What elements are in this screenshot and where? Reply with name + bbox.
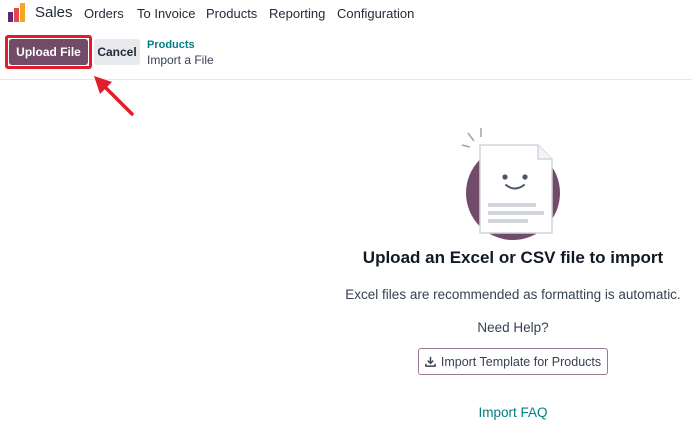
- menu-products[interactable]: Products: [206, 6, 257, 21]
- empty-state-description: Excel files are recommended as formattin…: [345, 287, 681, 302]
- cancel-button[interactable]: Cancel: [94, 39, 140, 65]
- menu-configuration[interactable]: Configuration: [337, 6, 414, 21]
- upload-file-button[interactable]: Upload File: [9, 39, 88, 65]
- need-help-text: Need Help?: [477, 320, 549, 335]
- top-navbar: Sales Orders To Invoice Products Reporti…: [0, 0, 692, 26]
- app-logo-icon[interactable]: [8, 3, 27, 22]
- breadcrumb-current: Import a File: [147, 53, 214, 67]
- import-template-label: Import Template for Products: [440, 354, 602, 369]
- import-faq-link[interactable]: Import FAQ: [336, 405, 690, 420]
- menu-orders[interactable]: Orders: [84, 6, 124, 21]
- download-icon: [425, 356, 436, 367]
- menu-to-invoice[interactable]: To Invoice: [137, 6, 196, 21]
- document-illustration-icon: [461, 128, 560, 240]
- import-template-button[interactable]: Import Template for Products: [418, 348, 608, 375]
- app-name[interactable]: Sales: [35, 4, 73, 21]
- menu-reporting[interactable]: Reporting: [269, 6, 325, 21]
- annotation-arrow-icon: [94, 76, 134, 116]
- breadcrumb-products[interactable]: Products: [147, 39, 195, 51]
- empty-state-title: Upload an Excel or CSV file to import: [362, 248, 664, 267]
